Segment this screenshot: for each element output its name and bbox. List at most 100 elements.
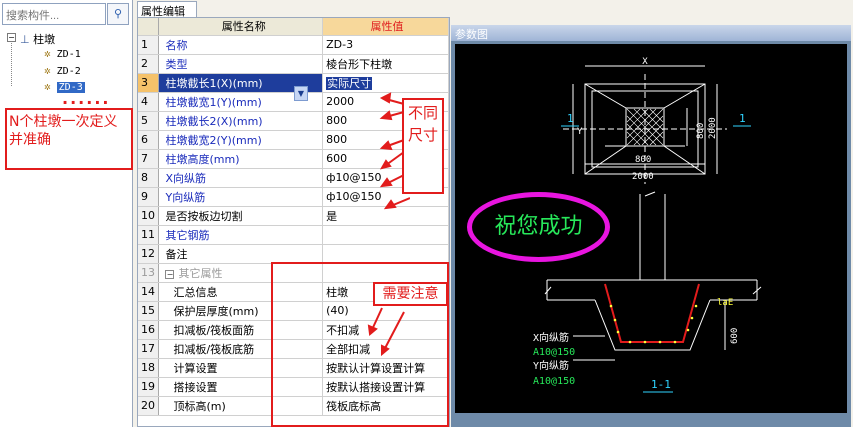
gear-icon: ✲ <box>44 64 51 77</box>
section-title: 1-1 <box>651 378 671 391</box>
column-icon: ⊥ <box>20 33 30 46</box>
x-bar-label: X向纵筋 <box>533 331 569 344</box>
header-value: 属性值 <box>322 18 449 36</box>
row-index: 18 <box>138 358 160 378</box>
search-icon: ⚲ <box>113 7 123 20</box>
property-name-text: 是否按板边切割 <box>165 209 243 223</box>
annotation-dots: ...... <box>62 89 111 108</box>
tree-item-zd1[interactable]: ✲ ZD-1 <box>44 47 81 60</box>
property-name: 类型 <box>158 54 324 74</box>
dim-600: 600 <box>730 328 740 344</box>
property-name-text: 汇总信息 <box>173 285 218 299</box>
property-value[interactable]: 棱台形下柱墩 <box>322 54 449 74</box>
row-index: 12 <box>138 244 160 264</box>
property-name-text: 柱墩截宽2(Y)(mm) <box>165 133 262 147</box>
collapse-icon[interactable]: − <box>165 269 175 279</box>
property-name-text: 类型 <box>165 57 188 71</box>
property-name: Y向纵筋 <box>158 187 324 207</box>
section-mark-right: 1 <box>739 112 746 125</box>
property-value[interactable] <box>322 244 449 264</box>
property-name: X向纵筋 <box>158 168 324 188</box>
gear-icon: ✲ <box>44 47 51 60</box>
row-index: 1 <box>138 35 160 55</box>
property-value[interactable]: ZD-3 <box>322 35 449 55</box>
property-name-text: 其它属性 <box>178 266 223 280</box>
y-bar-value: A10@150 <box>533 376 575 387</box>
row-index: 6 <box>138 130 160 150</box>
tree-root[interactable]: ⊥ 柱墩 <box>20 31 55 47</box>
annotation-attention: 需要注意 <box>373 282 448 306</box>
tree-root-label: 柱墩 <box>33 33 56 46</box>
dim-2000-y: 2000 <box>708 117 718 139</box>
row-index: 14 <box>138 282 160 302</box>
row-index: 19 <box>138 377 160 397</box>
table-row[interactable]: 11 其它钢筋 <box>138 225 449 245</box>
tree-collapse-icon[interactable]: − <box>7 33 16 42</box>
property-name-text: 顶标高(m) <box>173 399 226 413</box>
row-index: 7 <box>138 149 160 169</box>
property-name-text: 柱墩截长2(X)(mm) <box>165 114 263 128</box>
row-index: 15 <box>138 301 160 321</box>
y-bar-label: Y向纵筋 <box>533 359 569 372</box>
property-name-text: 计算设置 <box>173 361 218 375</box>
table-row[interactable]: 2 类型 棱台形下柱墩 <box>138 54 449 74</box>
property-name: 柱墩截长2(X)(mm) <box>158 111 324 131</box>
lae-label: laE <box>717 298 733 308</box>
property-value-text: 实际尺寸 <box>326 76 373 90</box>
row-index: 4 <box>138 92 160 112</box>
row-index: 5 <box>138 111 160 131</box>
property-name-text: Y向纵筋 <box>165 190 206 204</box>
property-name-text: X向纵筋 <box>165 171 207 185</box>
property-name-text: 名称 <box>165 38 188 52</box>
property-name-text: 扣减板/筏板底筋 <box>173 342 255 356</box>
x-bar-value: A10@150 <box>533 347 575 358</box>
annotation-define-note: N个柱墩一次定义并准确 <box>5 108 133 170</box>
dim-x-label: X <box>642 57 648 67</box>
row-index: 3 <box>138 73 160 93</box>
row-index: 10 <box>138 206 160 226</box>
property-name: 备注 <box>158 244 324 264</box>
property-name-text: 扣减板/筏板面筋 <box>173 323 255 337</box>
panel-title: 参数图 <box>451 25 851 41</box>
rebar-line <box>604 283 700 343</box>
property-name-text: 柱墩高度(mm) <box>165 152 240 166</box>
property-name: 柱墩截宽2(Y)(mm) <box>158 130 324 150</box>
row-index: 9 <box>138 187 160 207</box>
row-index: 11 <box>138 225 160 245</box>
annotation-different-size: 不同尺寸 <box>402 98 444 194</box>
gear-icon: ✲ <box>44 80 51 93</box>
dim-800-x: 800 <box>635 155 651 165</box>
search-button[interactable]: ⚲ <box>107 3 129 25</box>
table-header: 属性名称 属性值 <box>138 18 449 36</box>
property-name: 名称 <box>158 35 324 55</box>
property-name: 是否按板边切割 <box>158 206 324 226</box>
row-index: 17 <box>138 339 160 359</box>
property-name-text: 柱墩截长1(X)(mm) <box>165 76 263 90</box>
tree-item-label: ZD-1 <box>56 49 81 60</box>
property-name-text: 其它钢筋 <box>165 228 210 242</box>
property-name: 柱墩高度(mm) <box>158 149 324 169</box>
component-tree-panel: ⚲ − ⊥ 柱墩 ✲ ZD-1 ✲ ZD-2 ✲ ZD-3 ...... N个柱… <box>0 0 133 427</box>
annotation-arrows-2 <box>367 307 405 357</box>
row-index: 16 <box>138 320 160 340</box>
table-row[interactable]: 1 名称 ZD-3 <box>138 35 449 55</box>
property-value[interactable] <box>322 225 449 245</box>
header-index <box>138 18 160 36</box>
property-name-text: 保护层厚度(mm) <box>173 304 259 318</box>
row-index: 13 <box>138 263 160 283</box>
property-name-text: 柱墩截宽1(Y)(mm) <box>165 95 262 109</box>
property-value-text: 棱台形下柱墩 <box>326 57 393 71</box>
annotation-arrows <box>379 92 410 210</box>
header-name: 属性名称 <box>158 18 324 36</box>
tab-property-edit[interactable]: 属性编辑 <box>137 1 197 18</box>
property-name-text: 搭接设置 <box>173 380 218 394</box>
search-input[interactable] <box>2 3 106 25</box>
dim-y-label: Y <box>577 127 583 137</box>
property-value-text: ZD-3 <box>326 38 354 51</box>
table-row[interactable]: 12 备注 <box>138 244 449 264</box>
section-mark-left: 1 <box>567 112 574 125</box>
success-badge: 祝您成功 <box>467 192 610 262</box>
property-name-text: 备注 <box>165 247 188 261</box>
tree-line <box>11 43 12 86</box>
tree-item-zd2[interactable]: ✲ ZD-2 <box>44 64 81 77</box>
